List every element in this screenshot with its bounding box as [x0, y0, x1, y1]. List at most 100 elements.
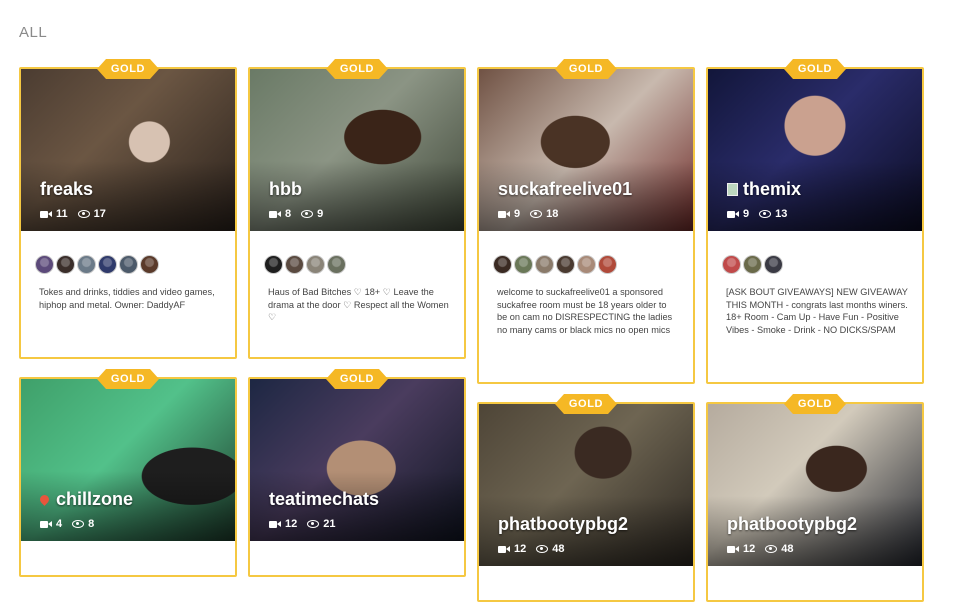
room-thumbnail[interactable]: hbb 8 9 [250, 69, 464, 231]
camera-icon [40, 520, 52, 529]
room-description: Tokes and drinks, tiddies and video game… [39, 287, 215, 310]
room-card-phatbootypbg2[interactable]: GOLD phatbootypbg2 12 48 [477, 402, 695, 602]
user-avatar[interactable] [722, 255, 741, 274]
viewer-count: 48 [552, 543, 565, 555]
user-avatar[interactable] [327, 255, 346, 274]
camera-icon [727, 545, 739, 554]
gold-badge: GOLD [326, 369, 388, 389]
user-avatar[interactable] [743, 255, 762, 274]
room-stats: 12 48 [498, 543, 565, 555]
user-avatar[interactable] [35, 255, 54, 274]
eye-icon [301, 210, 314, 218]
viewer-count: 48 [781, 543, 794, 555]
room-stats: 11 17 [40, 208, 106, 220]
room-stats: 12 21 [269, 518, 336, 530]
user-avatar[interactable] [119, 255, 138, 274]
user-avatar[interactable] [98, 255, 117, 274]
avatar-row [708, 231, 922, 275]
gold-badge: GOLD [97, 59, 159, 79]
user-avatar[interactable] [577, 255, 596, 274]
room-name[interactable]: themix [727, 179, 801, 200]
section-title: ALL [19, 24, 48, 41]
eye-icon [759, 210, 772, 218]
eye-icon [536, 545, 549, 553]
location-pin-icon [38, 493, 51, 506]
viewer-count: 18 [546, 208, 559, 220]
user-avatar[interactable] [556, 255, 575, 274]
cam-count: 9 [514, 208, 521, 220]
room-thumbnail[interactable]: themix 9 13 [708, 69, 922, 231]
gold-badge: GOLD [784, 59, 846, 79]
cam-count: 11 [56, 208, 68, 220]
room-thumbnail[interactable]: teatimechats 12 21 [250, 379, 464, 541]
camera-icon [498, 545, 510, 554]
room-card-themix[interactable]: GOLD themix 9 13 [ASK BOUT GIVEAWAYS] NE… [706, 67, 924, 384]
user-avatar[interactable] [77, 255, 96, 274]
room-card-chillzone[interactable]: GOLD chillzone 4 8 [19, 377, 237, 577]
gold-badge: GOLD [97, 369, 159, 389]
room-card-suckafreelive01[interactable]: GOLD suckafreelive01 9 18 welcome to suc… [477, 67, 695, 384]
broken-image-icon [727, 183, 738, 196]
room-stats: 9 13 [727, 208, 787, 220]
user-avatar[interactable] [264, 255, 283, 274]
viewer-count: 9 [317, 208, 324, 220]
user-avatar[interactable] [764, 255, 783, 274]
user-avatar[interactable] [493, 255, 512, 274]
viewer-count: 21 [323, 518, 336, 530]
cam-count: 12 [743, 543, 756, 555]
user-avatar[interactable] [514, 255, 533, 274]
gold-badge: GOLD [555, 394, 617, 414]
eye-icon [765, 545, 778, 553]
user-avatar[interactable] [56, 255, 75, 274]
room-thumbnail[interactable]: phatbootypbg2 12 48 [708, 404, 922, 566]
viewer-count: 17 [93, 208, 106, 220]
room-stats: 9 18 [498, 208, 558, 220]
room-name[interactable]: phatbootypbg2 [727, 514, 857, 535]
room-name[interactable]: phatbootypbg2 [498, 514, 628, 535]
room-name[interactable]: freaks [40, 179, 93, 200]
camera-icon [727, 210, 739, 219]
eye-icon [307, 520, 320, 528]
room-description: Haus of Bad Bitches ♡ 18+ ♡ Leave the dr… [268, 287, 449, 322]
cam-count: 9 [743, 208, 750, 220]
room-name[interactable]: teatimechats [269, 489, 379, 510]
camera-icon [498, 210, 510, 219]
cam-count: 4 [56, 518, 63, 530]
room-thumbnail[interactable]: suckafreelive01 9 18 [479, 69, 693, 231]
viewer-count: 8 [88, 518, 95, 530]
camera-icon [269, 520, 281, 529]
user-avatar[interactable] [535, 255, 554, 274]
user-avatar[interactable] [285, 255, 304, 274]
gold-badge: GOLD [555, 59, 617, 79]
room-card-phatbootypbg2-2[interactable]: GOLD phatbootypbg2 12 48 [706, 402, 924, 602]
room-thumbnail[interactable]: phatbootypbg2 12 48 [479, 404, 693, 566]
gold-badge: GOLD [326, 59, 388, 79]
room-card-hbb[interactable]: GOLD hbb 8 9 Haus of Bad Bitches ♡ 18+ ♡… [248, 67, 466, 359]
user-avatar[interactable] [306, 255, 325, 274]
camera-icon [269, 210, 281, 219]
avatar-row [479, 231, 693, 275]
room-name[interactable]: hbb [269, 179, 302, 200]
user-avatar[interactable] [598, 255, 617, 274]
room-stats: 4 8 [40, 518, 94, 530]
camera-icon [40, 210, 52, 219]
cam-count: 8 [285, 208, 292, 220]
gold-badge: GOLD [784, 394, 846, 414]
room-card-teatimechats[interactable]: GOLD teatimechats 12 21 [248, 377, 466, 577]
eye-icon [72, 520, 85, 528]
eye-icon [77, 210, 90, 218]
avatar-row [250, 231, 464, 275]
room-card-freaks[interactable]: GOLD freaks 11 17 Tokes and drinks, tidd… [19, 67, 237, 359]
room-stats: 12 48 [727, 543, 794, 555]
cam-count: 12 [514, 543, 527, 555]
room-thumbnail[interactable]: chillzone 4 8 [21, 379, 235, 541]
room-description: welcome to suckafreelive01 a sponsored s… [497, 287, 673, 335]
room-name[interactable]: suckafreelive01 [498, 179, 632, 200]
room-thumbnail[interactable]: freaks 11 17 [21, 69, 235, 231]
room-stats: 8 9 [269, 208, 323, 220]
cam-count: 12 [285, 518, 298, 530]
viewer-count: 13 [775, 208, 788, 220]
room-name[interactable]: chillzone [38, 489, 133, 510]
user-avatar[interactable] [140, 255, 159, 274]
room-description: [ASK BOUT GIVEAWAYS] NEW GIVEAWAY THIS M… [726, 287, 908, 335]
